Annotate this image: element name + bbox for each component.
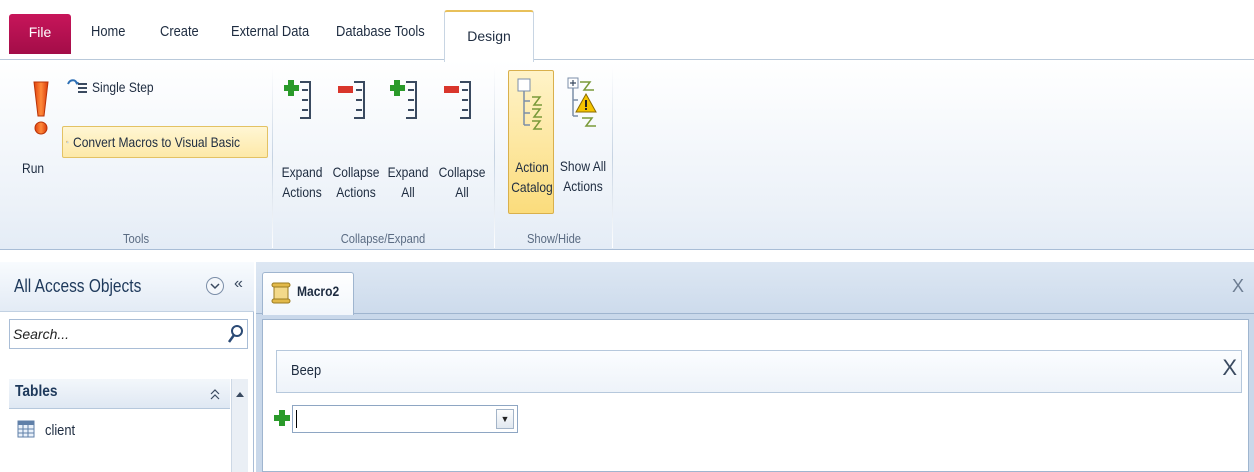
document-tab-label: Macro2: [297, 283, 340, 299]
show-all-actions-button[interactable]: Show All Actions: [558, 70, 608, 214]
nav-group-label: Tables: [15, 383, 58, 400]
search-icon[interactable]: [227, 324, 245, 344]
tab-create[interactable]: Create: [160, 14, 199, 60]
ribbon: Run Single Step Convert Macros to Visual…: [0, 60, 1254, 250]
nav-search-input[interactable]: [13, 323, 213, 345]
group-label-collapse-expand: Collapse/Expand: [340, 231, 426, 246]
action-catalog-button[interactable]: Action Catalog: [508, 70, 554, 214]
collapse-all-button[interactable]: Collapse All: [436, 78, 488, 210]
nav-list-item[interactable]: client: [9, 414, 230, 448]
single-step-button[interactable]: Single Step: [64, 74, 234, 100]
add-new-action-input[interactable]: [296, 409, 486, 429]
document-area: Macro2 X Beep X ▼: [256, 262, 1254, 472]
group-tools: Run Single Step Convert Macros to Visual…: [0, 60, 272, 250]
tab-home[interactable]: Home: [91, 14, 125, 60]
collapse-all-label-1: Collapse: [438, 164, 486, 180]
run-button[interactable]: Run: [14, 74, 62, 184]
run-icon: [33, 81, 49, 135]
group-separator: [494, 66, 495, 248]
chevron-down-icon[interactable]: ▼: [496, 409, 514, 429]
tab-external-data[interactable]: External Data: [231, 14, 309, 60]
collapse-group-icon[interactable]: [209, 388, 221, 402]
scroll-up-icon[interactable]: [232, 387, 248, 403]
ribbon-tab-bar: File Home Create External Data Database …: [0, 0, 1254, 62]
action-catalog-label-1: Action: [515, 159, 549, 175]
close-document-icon[interactable]: X: [1232, 276, 1244, 297]
action-catalog-icon: [517, 78, 542, 130]
expand-all-label-1: Expand: [387, 164, 429, 180]
table-icon: [17, 420, 35, 438]
show-all-actions-label-1: Show All: [559, 158, 607, 174]
convert-macros-label: Convert Macros to Visual Basic: [72, 134, 240, 150]
run-label: Run: [22, 160, 45, 176]
convert-macros-icon: [66, 140, 69, 144]
single-step-label: Single Step: [92, 79, 154, 95]
expand-all-button[interactable]: Expand All: [384, 78, 432, 210]
delete-action-icon[interactable]: X: [1222, 355, 1237, 381]
collapse-actions-icon: [338, 81, 365, 119]
nav-collapse-icon[interactable]: «: [234, 275, 243, 293]
collapse-actions-label-1: Collapse: [332, 164, 380, 180]
collapse-actions-label-2: Actions: [336, 184, 376, 200]
tab-design[interactable]: Design: [444, 10, 534, 62]
group-label-show-hide: Show/Hide: [526, 231, 582, 246]
collapse-all-label-2: All: [455, 184, 469, 200]
macro-action-block[interactable]: Beep X: [276, 350, 1242, 393]
group-separator: [612, 66, 613, 248]
show-all-actions-label-2: Actions: [563, 178, 603, 194]
group-label-tools: Tools: [122, 231, 150, 246]
macro-designer: Beep X ▼: [262, 319, 1249, 472]
nav-search-box: [9, 319, 248, 349]
convert-macros-button[interactable]: Convert Macros to Visual Basic: [62, 126, 268, 158]
show-all-actions-icon: [567, 77, 597, 127]
nav-scrollbar[interactable]: [231, 379, 248, 472]
nav-group-tables[interactable]: Tables: [9, 379, 230, 409]
expand-actions-button[interactable]: Expand Actions: [278, 78, 326, 210]
text-cursor: [296, 410, 297, 428]
collapse-all-icon: [444, 81, 471, 119]
expand-all-label-2: All: [401, 184, 415, 200]
nav-title: All Access Objects: [14, 276, 142, 296]
collapse-actions-button[interactable]: Collapse Actions: [330, 78, 382, 210]
tab-database-tools[interactable]: Database Tools: [336, 14, 425, 60]
group-separator: [272, 66, 273, 248]
macro-icon: [271, 282, 291, 304]
single-step-icon: [67, 79, 87, 93]
group-collapse-expand: Expand Actions Collapse Actions Expand A…: [274, 60, 492, 250]
nav-menu-dropdown-icon[interactable]: [206, 277, 224, 295]
expand-actions-label-2: Actions: [282, 184, 322, 200]
macro-action-name: Beep: [291, 362, 322, 379]
add-new-action-combo[interactable]: ▼: [292, 405, 518, 433]
nav-header[interactable]: All Access Objects «: [0, 262, 254, 312]
document-tab-bar: Macro2 X: [256, 262, 1254, 315]
expand-actions-icon: [284, 80, 311, 119]
nav-item-label: client: [45, 422, 76, 439]
expand-actions-label-1: Expand: [281, 164, 323, 180]
navigation-pane: All Access Objects « Tables client: [0, 262, 254, 472]
document-tab-macro2[interactable]: Macro2: [262, 272, 354, 315]
group-show-hide: Action Catalog Show All Actions Show/Hid…: [496, 60, 612, 250]
add-action-icon: [274, 410, 290, 426]
action-catalog-label-2: Catalog: [511, 179, 553, 195]
expand-all-icon: [390, 80, 417, 119]
tab-file[interactable]: File: [9, 14, 71, 54]
